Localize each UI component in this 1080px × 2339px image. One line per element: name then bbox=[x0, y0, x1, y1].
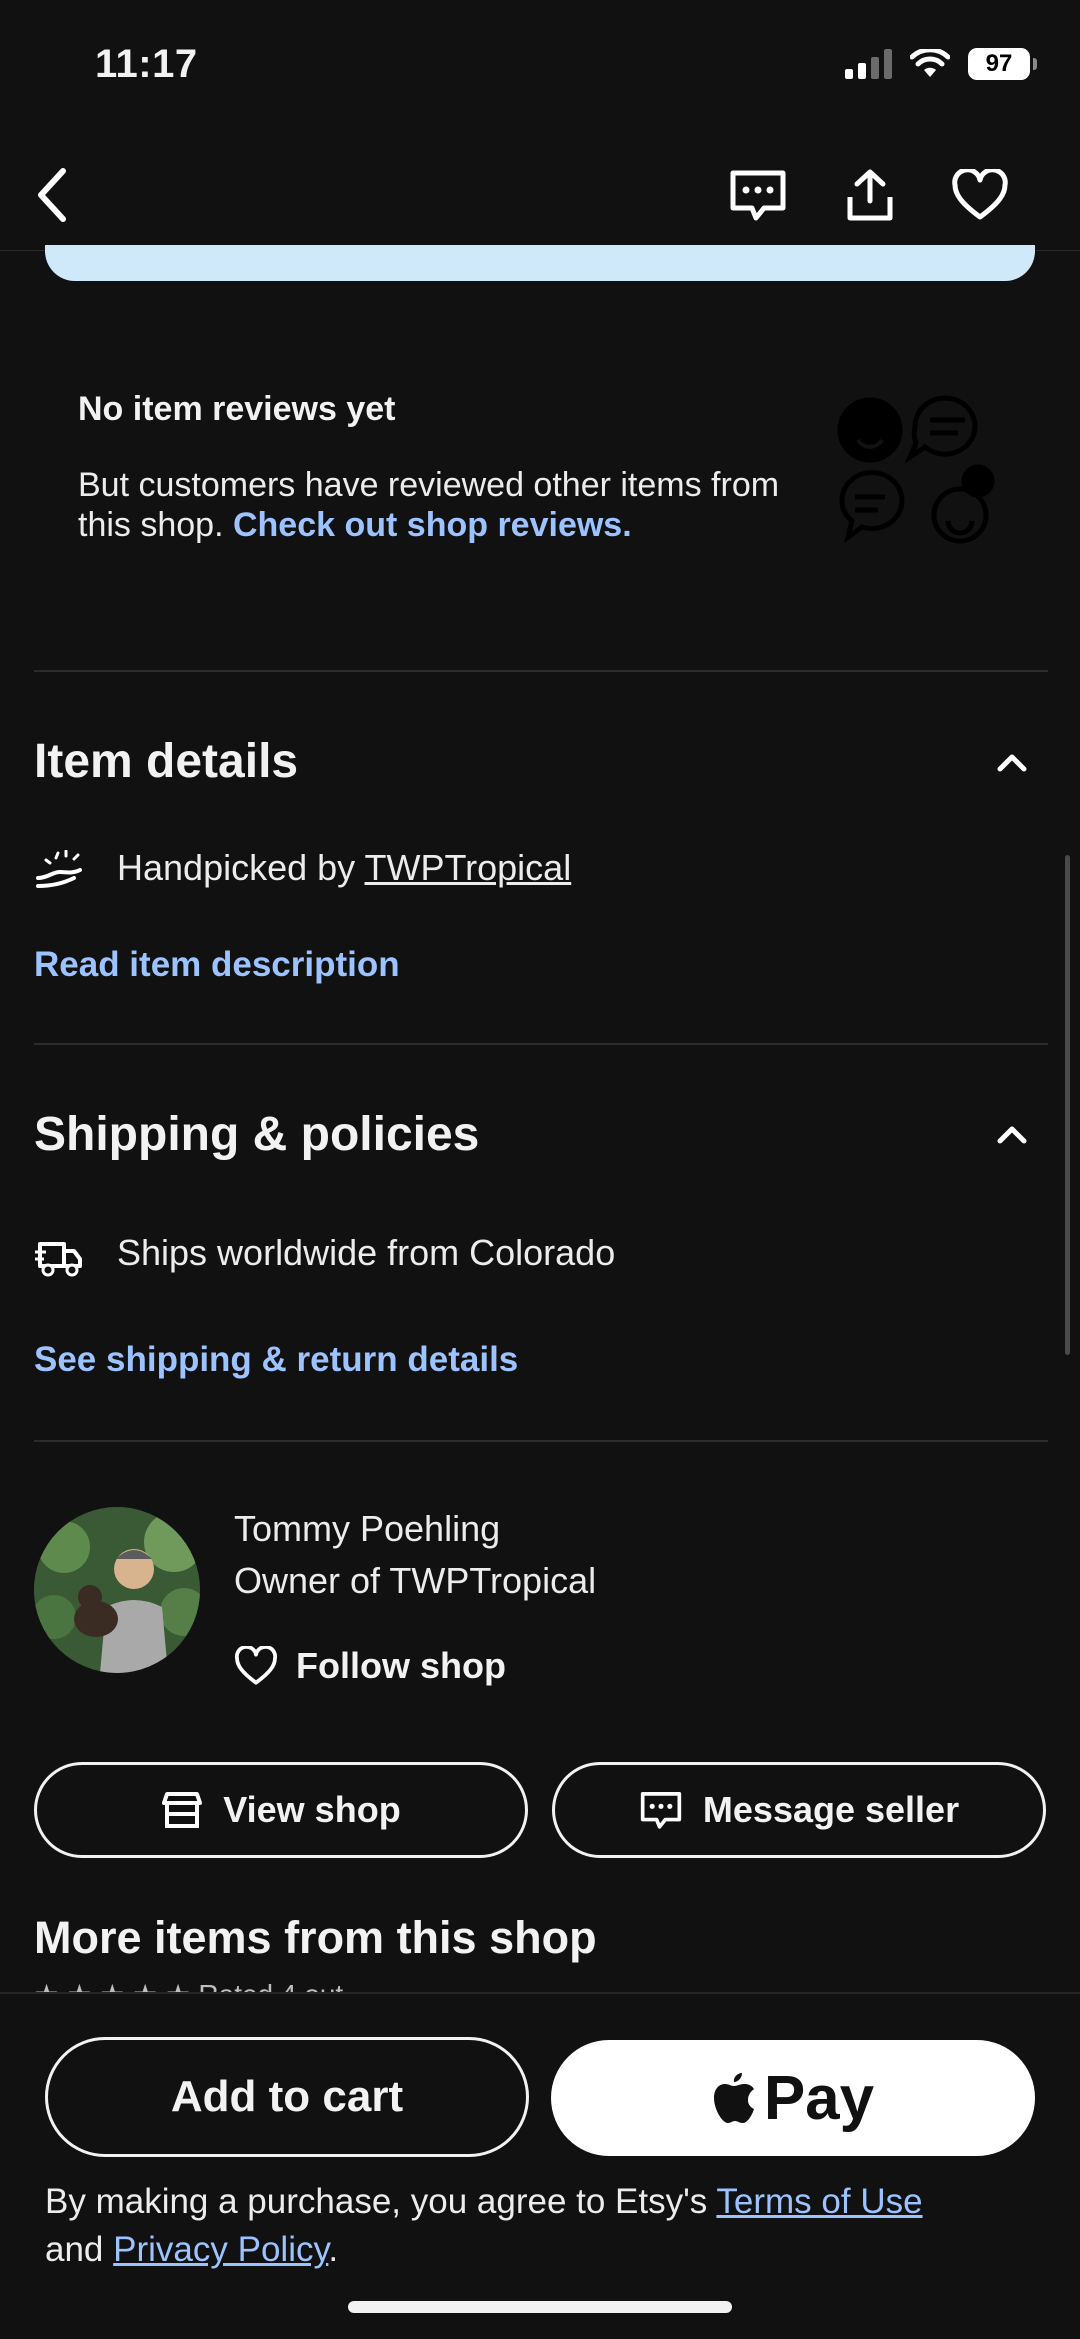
share-icon bbox=[847, 169, 893, 221]
chat-bubble-icon bbox=[730, 170, 786, 221]
more-items-title: More items from this shop bbox=[34, 1912, 597, 1963]
shipping-title: Shipping & policies bbox=[34, 1108, 480, 1161]
battery-icon: 97 bbox=[968, 48, 1037, 80]
avatar[interactable] bbox=[34, 1507, 200, 1673]
shop-reviews-link[interactable]: Check out shop reviews. bbox=[233, 506, 632, 544]
message-seller-label: Message seller bbox=[702, 1789, 960, 1830]
heart-icon bbox=[234, 1646, 278, 1685]
follow-shop-label: Follow shop bbox=[296, 1645, 506, 1686]
home-indicator[interactable] bbox=[348, 2301, 732, 2313]
seller-photo bbox=[34, 1507, 200, 1673]
reviews-illustration-icon bbox=[837, 395, 995, 544]
chevron-left-icon bbox=[38, 168, 66, 222]
divider bbox=[34, 1440, 1048, 1442]
scrollbar[interactable] bbox=[1065, 855, 1070, 1355]
message-button[interactable] bbox=[720, 160, 796, 230]
legal-and: and bbox=[45, 2230, 104, 2269]
terms-link[interactable]: Terms of Use bbox=[716, 2182, 922, 2221]
back-button[interactable] bbox=[18, 160, 88, 230]
view-shop-label: View shop bbox=[223, 1789, 401, 1830]
shipping-details-link[interactable]: See shipping & return details bbox=[34, 1340, 518, 1380]
legal-period: . bbox=[328, 2230, 339, 2269]
divider bbox=[34, 1043, 1048, 1045]
no-reviews-title: No item reviews yet bbox=[78, 390, 396, 428]
status-time: 11:17 bbox=[95, 42, 198, 86]
add-to-cart-button[interactable]: Add to cart bbox=[45, 2037, 529, 2157]
truck-icon bbox=[35, 1242, 82, 1277]
status-indicators: 97 bbox=[845, 48, 1037, 80]
chevron-up-icon[interactable] bbox=[992, 742, 1032, 782]
chat-bubble-icon bbox=[640, 1792, 682, 1829]
handpicked-hand-icon bbox=[36, 850, 82, 888]
message-seller-button[interactable]: Message seller bbox=[552, 1762, 1046, 1858]
apple-pay-button[interactable]: Pay bbox=[551, 2040, 1035, 2156]
handpicked-prefix: Handpicked by bbox=[117, 847, 356, 888]
heart-icon bbox=[952, 169, 1008, 220]
banner-edge bbox=[45, 245, 1035, 281]
legal-prefix: By making a purchase, you agree to Etsy'… bbox=[45, 2182, 708, 2221]
add-to-cart-label: Add to cart bbox=[170, 2072, 404, 2121]
reviews-body: But customers have reviewed other items … bbox=[78, 465, 838, 545]
signal-icon bbox=[845, 49, 892, 79]
follow-shop-button[interactable]: Follow shop bbox=[234, 1645, 506, 1687]
divider bbox=[34, 670, 1048, 672]
ships-from-text: Ships worldwide from Colorado bbox=[117, 1232, 616, 1273]
view-shop-button[interactable]: View shop bbox=[34, 1762, 528, 1858]
wifi-icon bbox=[910, 49, 950, 77]
apple-logo-icon bbox=[713, 2073, 754, 2123]
apple-pay-label: Pay bbox=[763, 2063, 875, 2133]
item-details-title: Item details bbox=[34, 735, 299, 788]
chevron-up-icon[interactable] bbox=[992, 1114, 1032, 1154]
shop-name-link[interactable]: TWPTropical bbox=[365, 847, 572, 888]
read-description-link[interactable]: Read item description bbox=[34, 945, 400, 985]
share-button[interactable] bbox=[832, 160, 908, 230]
seller-role: Owner of TWPTropical bbox=[234, 1560, 597, 1601]
top-bar bbox=[0, 140, 1080, 250]
favorite-button[interactable] bbox=[942, 160, 1018, 230]
storefront-icon bbox=[162, 1792, 203, 1828]
privacy-link[interactable]: Privacy Policy bbox=[113, 2230, 328, 2269]
handpicked-row: Handpicked by TWPTropical bbox=[117, 847, 571, 889]
legal-text: By making a purchase, you agree to Etsy'… bbox=[45, 2178, 1045, 2274]
seller-name: Tommy Poehling bbox=[234, 1508, 501, 1549]
